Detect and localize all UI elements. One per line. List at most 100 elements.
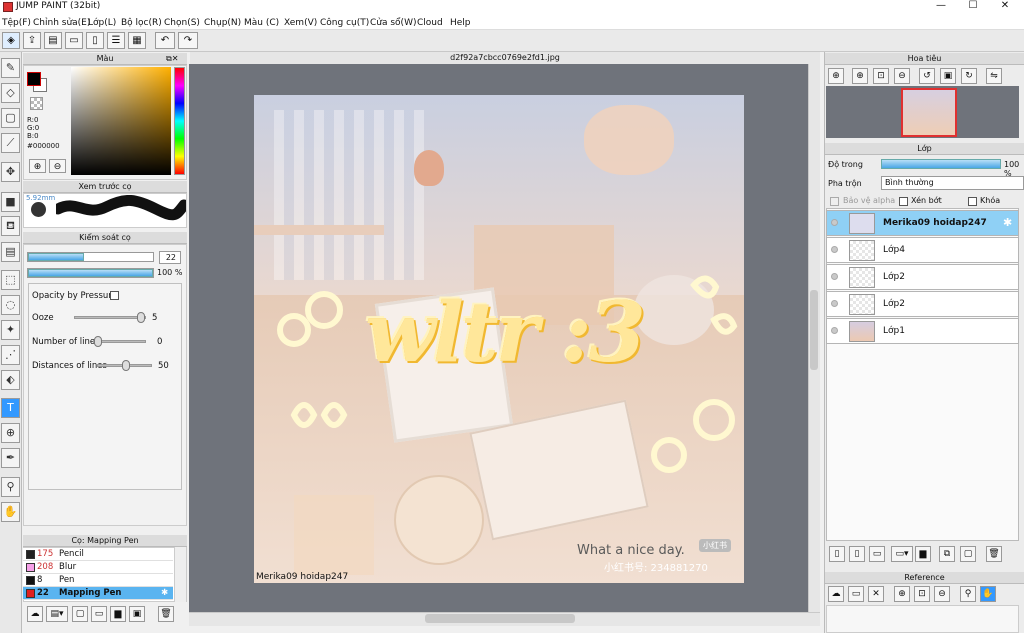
zoom-in-alt-icon[interactable]: ⊕	[852, 68, 868, 84]
layer-row[interactable]: Lớp4	[826, 237, 1019, 263]
blend-mode-select[interactable]: Bình thường	[881, 176, 1024, 190]
reference-view[interactable]	[826, 605, 1019, 633]
brush-add-icon[interactable]: ▤▾	[46, 606, 68, 622]
reference-open-icon[interactable]: ▭	[848, 586, 864, 602]
panel-controls[interactable]: ⧉✕	[166, 53, 178, 64]
visibility-icon[interactable]	[831, 219, 838, 226]
visibility-icon[interactable]	[831, 246, 838, 253]
fit-icon[interactable]: ⊡	[873, 68, 889, 84]
reference-eyedropper-icon[interactable]: ⚲	[960, 586, 976, 602]
rectangle-tool-icon[interactable]: ▢	[1, 108, 20, 128]
menu-color[interactable]: Màu (C)	[244, 16, 279, 30]
reference-zoom-out-icon[interactable]: ⊖	[934, 586, 950, 602]
brush-tool-icon[interactable]: ✎	[1, 58, 20, 78]
brush-size-field[interactable]: 22	[159, 251, 181, 264]
lasso-icon[interactable]: ◌	[1, 295, 20, 315]
color-swap-icon[interactable]: ⊖	[49, 159, 66, 173]
brush-list-scrollbar[interactable]	[174, 547, 186, 602]
layer-row[interactable]: Lớp1	[826, 318, 1019, 344]
ooze-slider-knob[interactable]	[137, 312, 145, 323]
reference-hand-icon[interactable]: ✋	[980, 586, 996, 602]
lock-checkbox[interactable]	[968, 197, 977, 206]
visibility-icon[interactable]	[831, 300, 838, 307]
undo-icon[interactable]: ↶	[155, 32, 175, 49]
artwork-photo[interactable]: wltr :3 What a nice day. 小红书号: 234881270…	[254, 95, 744, 583]
new-layer-alt-icon[interactable]: ▯	[849, 546, 865, 562]
brush-delete-icon[interactable]: 🗑	[158, 606, 174, 622]
gradient-tool-icon[interactable]: ▤	[1, 242, 20, 262]
brush-item-pen[interactable]: 8 Pen	[23, 574, 173, 587]
redo-icon[interactable]: ↷	[178, 32, 198, 49]
new-layer-icon[interactable]: ▯	[829, 546, 845, 562]
brush-item-blur[interactable]: 208 Blur	[23, 561, 173, 574]
hand-tool-icon[interactable]: ✋	[1, 502, 20, 522]
duplicate-layer-icon[interactable]: ▭	[869, 546, 885, 562]
export-icon[interactable]: ⇪	[23, 32, 41, 49]
gear-icon[interactable]: ✱	[1003, 216, 1012, 229]
eraser-tool-icon[interactable]: ◇	[1, 83, 20, 103]
layer-row[interactable]: Lớp2	[826, 291, 1019, 317]
add-layer-menu-icon[interactable]: ▭▾	[891, 546, 913, 562]
menu-edit[interactable]: Chỉnh sửa(E)	[33, 16, 90, 30]
brush-cloud-icon[interactable]: ☁	[27, 606, 43, 622]
hue-slider[interactable]	[174, 67, 185, 175]
menu-layer[interactable]: Lớp(L)	[88, 16, 116, 30]
text-tool-icon[interactable]: T	[1, 398, 20, 418]
reference-close-icon[interactable]: ✕	[868, 586, 884, 602]
layer-row[interactable]: Merika09 hoidap247 ✱	[826, 210, 1019, 236]
document-icon[interactable]: ▯	[86, 32, 104, 49]
menu-file[interactable]: Tệp(F)	[2, 16, 31, 30]
fill-rect-tool-icon[interactable]: ■	[1, 192, 20, 212]
share-icon[interactable]: ▤	[44, 32, 62, 49]
layer-folder-icon[interactable]: ▆	[915, 546, 931, 562]
menu-view[interactable]: Xem(V)	[284, 16, 317, 30]
menu-help[interactable]: Help	[450, 16, 471, 30]
menu-window[interactable]: Cửa sổ(W)	[370, 16, 416, 30]
visibility-icon[interactable]	[831, 273, 838, 280]
bucket-tool-icon[interactable]: ⛾	[1, 216, 20, 236]
saturation-value-field[interactable]	[71, 67, 171, 175]
list-icon[interactable]: ☰	[107, 32, 125, 49]
menu-cloud[interactable]: Cloud	[417, 16, 443, 30]
menu-filter[interactable]: Bộ lọc(R)	[121, 16, 162, 30]
reset-view-icon[interactable]: ▣	[940, 68, 956, 84]
rotate-right-icon[interactable]: ↻	[961, 68, 977, 84]
reference-cloud-icon[interactable]: ☁	[828, 586, 844, 602]
line-tool-icon[interactable]: ⟋	[1, 133, 20, 153]
distance-slider-knob[interactable]	[122, 360, 130, 371]
horizontal-scroll-thumb[interactable]	[425, 614, 575, 623]
lines-slider-knob[interactable]	[94, 336, 102, 347]
brush-settings-icon[interactable]: ▣	[129, 606, 145, 622]
transparent-color[interactable]	[30, 97, 43, 110]
foreground-color[interactable]	[27, 72, 41, 86]
merge-layer-icon[interactable]: ⧉	[939, 546, 955, 562]
brush-copy-icon[interactable]: ▢	[72, 606, 88, 622]
protect-alpha-checkbox[interactable]	[830, 197, 839, 206]
layer-opacity-bar[interactable]	[881, 159, 1001, 169]
magic-wand-icon[interactable]: ✦	[1, 320, 20, 340]
grid-icon[interactable]: ▦	[128, 32, 146, 49]
menu-select[interactable]: Chọn(S)	[164, 16, 200, 30]
flip-icon[interactable]: ⇋	[986, 68, 1002, 84]
layer-mask-icon[interactable]: ▢	[960, 546, 976, 562]
select-eraser-icon[interactable]: ⬖	[1, 370, 20, 390]
reference-fit-icon[interactable]: ⊡	[914, 586, 930, 602]
zoom-in-icon[interactable]: ⊕	[828, 68, 844, 84]
move-tool-icon[interactable]: ✥	[1, 162, 20, 182]
menu-capture[interactable]: Chụp(N)	[204, 16, 241, 30]
select-rect-icon[interactable]: ⬚	[1, 270, 20, 290]
brush-item-mapping-pen[interactable]: 22 Mapping Pen ✱	[23, 587, 173, 600]
eraser-mode-icon[interactable]: ◈	[2, 32, 20, 49]
visibility-icon[interactable]	[831, 327, 838, 334]
navigator-thumbnail[interactable]	[901, 88, 957, 137]
layer-row[interactable]: Lớp2	[826, 264, 1019, 290]
eyedropper-icon[interactable]: ⚲	[1, 477, 20, 497]
menu-tools[interactable]: Công cụ(T)	[320, 16, 369, 30]
gear-icon[interactable]: ✱	[161, 587, 168, 599]
delete-layer-icon[interactable]: 🗑	[986, 546, 1002, 562]
vertical-scroll-thumb[interactable]	[810, 290, 818, 370]
zoom-out-icon[interactable]: ⊖	[894, 68, 910, 84]
comment-icon[interactable]: ▭	[65, 32, 83, 49]
brush-new-icon[interactable]: ▭	[91, 606, 107, 622]
brush-item-pencil[interactable]: 175 Pencil	[23, 548, 173, 561]
